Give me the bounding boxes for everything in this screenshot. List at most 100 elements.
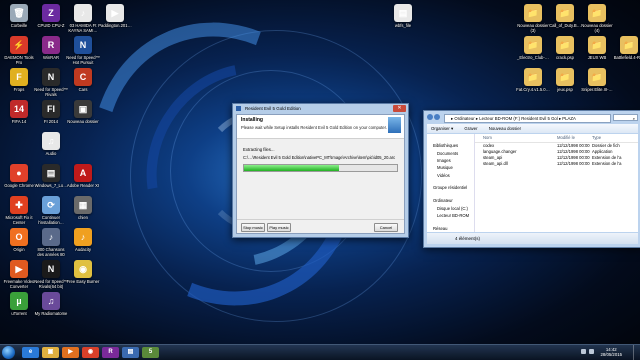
sidebar-item[interactable]: Images <box>427 157 474 164</box>
taskbar-app-icon[interactable]: R <box>102 347 119 358</box>
desktop-icon[interactable]: F Frops <box>2 68 36 92</box>
desktop-icon-label: Audacity <box>74 247 92 252</box>
desktop-icon-label: Adobe Reader XI <box>66 183 100 188</box>
stop-music-button[interactable]: Stop music <box>241 223 265 232</box>
taskbar-app-icon[interactable]: 5 <box>142 347 159 358</box>
desktop-icon[interactable]: 🗑 Corbeille <box>2 4 36 28</box>
desktop-icon[interactable]: N Need for Speed™ Rivals(64 bit) <box>34 260 68 289</box>
desktop-icon[interactable]: 📁 crack.psp <box>548 36 582 60</box>
desktop-icon[interactable]: 📁 _Electro_Club-… <box>516 36 550 60</box>
desktop-icon[interactable]: ● Google Chrome <box>2 164 36 188</box>
network-icon[interactable] <box>581 349 586 354</box>
desktop-icon-label: Need for Speed™ Rivals <box>34 87 68 97</box>
clock[interactable]: 14:42 28/05/2015 <box>600 347 622 357</box>
desktop-icon[interactable]: ♫ Audio <box>34 132 68 156</box>
desktop-icon[interactable]: ▤ wbfs_file <box>386 4 420 28</box>
desktop-icon-label: Audio <box>45 151 57 156</box>
taskbar-app-icon[interactable]: ▤ <box>122 347 139 358</box>
desktop-icon[interactable]: 📁 JEUX WB <box>580 36 614 60</box>
desktop-icon[interactable]: O Origin <box>2 228 36 252</box>
address-bar[interactable]: ▸ Ordinateur ▸ Lecteur BD-ROM (F:) Resid… <box>444 114 611 123</box>
installer-window[interactable]: Resident Evil 5 Gold Edition ✕ Installin… <box>232 103 409 238</box>
sidebar-item[interactable]: Ordinateur <box>427 197 474 204</box>
sidebar-item[interactable]: Vidéos <box>427 172 474 179</box>
desktop-icon[interactable]: ♪ 800 Chansons des années 80 <box>34 228 68 257</box>
shortcut-icon: C <box>74 68 92 86</box>
desktop-icon[interactable]: 📁 Sniper.Elite.III-… <box>580 68 614 92</box>
desktop-icon[interactable]: ▶ Paddington.201… <box>98 4 132 28</box>
file-name: steam_api.dll <box>483 161 508 166</box>
sidebar-item[interactable]: Groupe résidentiel <box>427 184 474 191</box>
desktop-icon[interactable]: µ uTorrent <box>2 292 36 316</box>
desktop-icon[interactable]: ▤ Windows_7_Lo… <box>34 164 68 188</box>
start-button[interactable] <box>2 346 15 359</box>
shortcut-icon: 📁 <box>588 36 606 54</box>
organize-button[interactable]: Organiser ▾ <box>431 126 453 131</box>
explorer-window[interactable]: ▸ Ordinateur ▸ Lecteur BD-ROM (F:) Resid… <box>423 110 640 248</box>
desktop-icon[interactable]: Z CPUID CPU-Z <box>34 4 68 28</box>
close-icon[interactable]: ✕ <box>393 105 406 112</box>
desktop-icon[interactable]: C Cars <box>66 68 100 92</box>
shortcut-icon: 📁 <box>556 68 574 86</box>
volume-icon[interactable] <box>589 349 594 354</box>
desktop-icon[interactable]: ⚡ DAEMON Tools Pro <box>2 36 36 65</box>
desktop-icon-label: Continuer l'installation… <box>38 215 64 225</box>
sidebar-item[interactable]: Documents <box>427 149 474 156</box>
search-input[interactable]: ⌕ <box>613 114 638 121</box>
desktop-icon[interactable]: ▶ Freemake Video Converter <box>2 260 36 289</box>
taskbar-app-icon[interactable]: e <box>22 347 39 358</box>
sidebar-item[interactable]: Musique <box>427 164 474 171</box>
shortcut-icon: ▦ <box>74 196 92 214</box>
nav-buttons[interactable] <box>427 114 442 122</box>
desktop-icon[interactable]: 📁 Fat.Cry.4.v1.5.0… <box>516 68 550 92</box>
taskbar-app-icon[interactable]: ◉ <box>82 347 99 358</box>
desktop-icon-label: Nouveau dossier (4) <box>581 23 613 33</box>
desktop-icon[interactable]: 📁 Nouveau dossier (4) <box>580 4 614 33</box>
desktop-icon[interactable]: 📁 Call_of_Duty.B… <box>548 4 582 28</box>
desktop-icon[interactable]: ▦ chien <box>66 196 100 220</box>
desktop-icon[interactable]: A Adobe Reader XI <box>66 164 100 188</box>
sidebar-item[interactable]: Bibliothèques <box>427 142 474 149</box>
play-music-button[interactable]: Play music <box>267 223 291 232</box>
desktop-icon[interactable]: 14 FIFA 14 <box>2 100 36 124</box>
desktop-icon[interactable]: ⟳ Continuer l'installation… <box>34 196 68 225</box>
desktop-icon[interactable]: FI FI 2014 <box>34 100 68 124</box>
shortcut-icon: R <box>42 36 60 54</box>
desktop-icon[interactable]: ▣ Nouveau dossier <box>66 100 100 124</box>
taskbar-app-icon[interactable]: ▣ <box>42 347 59 358</box>
sidebar-item[interactable]: Réseau <box>427 225 474 232</box>
column-modified[interactable]: Modifié le <box>557 134 592 142</box>
desktop-icon[interactable]: ✚ Microsoft Fix it Center <box>2 196 36 225</box>
shortcut-icon: ✚ <box>10 196 28 214</box>
desktop-icon-label: Sniper.Elite.III-… <box>581 87 613 92</box>
desktop-icon-label: Windows_7_Lo… <box>34 183 68 188</box>
sidebar-item[interactable]: Lecteur BD-ROM <box>427 212 474 219</box>
desktop-icon-label: uTorrent <box>11 311 27 316</box>
show-desktop-button[interactable] <box>633 345 640 360</box>
desktop-icon[interactable]: N Need for Speed™ Rivals <box>34 68 68 97</box>
file-row[interactable]: steam_api.dll 12/12/1998 00:00 Extension d… <box>475 161 638 167</box>
desktop-icon[interactable]: N Need for Speed™ Hot Pursuit <box>66 36 100 65</box>
back-icon[interactable] <box>427 114 433 120</box>
burn-button[interactable]: Graver <box>464 126 477 131</box>
desktop-icon[interactable]: ◉ Free Easy Burner <box>66 260 100 284</box>
desktop-icon[interactable]: 📁 jeux.psp <box>548 68 582 92</box>
sidebar-item[interactable]: Disque local (C:) <box>427 204 474 211</box>
shortcut-icon: ♫ <box>42 292 60 310</box>
cancel-button[interactable]: Cancel <box>374 223 398 232</box>
taskbar-app-icon[interactable]: ▶ <box>62 347 79 358</box>
desktop-icon[interactable]: 📁Battlefield.4-R… <box>612 36 640 60</box>
desktop-icon-label: wbfs_file <box>394 23 412 28</box>
desktop-icon[interactable]: ♪ Audacity <box>66 228 100 252</box>
desktop-icon[interactable]: R WinRAR <box>34 36 68 60</box>
shortcut-icon: FI <box>42 100 60 118</box>
desktop-icon[interactable]: ♪ 03 HAMIDA Ft KAYNA SAMI… <box>66 4 100 33</box>
column-name[interactable]: Nom <box>475 134 557 142</box>
desktop-icon[interactable]: ♫ My Radiomatome <box>34 292 68 316</box>
new-folder-button[interactable]: Nouveau dossier <box>489 126 521 131</box>
column-type[interactable]: Type <box>592 134 632 142</box>
forward-icon[interactable] <box>434 114 440 120</box>
desktop-icon[interactable]: 📁 Nouveau dossier (3) <box>516 4 550 33</box>
desktop-icon-label: Freemake Video Converter <box>3 279 35 289</box>
installer-titlebar[interactable]: Resident Evil 5 Gold Edition ✕ <box>233 104 408 113</box>
